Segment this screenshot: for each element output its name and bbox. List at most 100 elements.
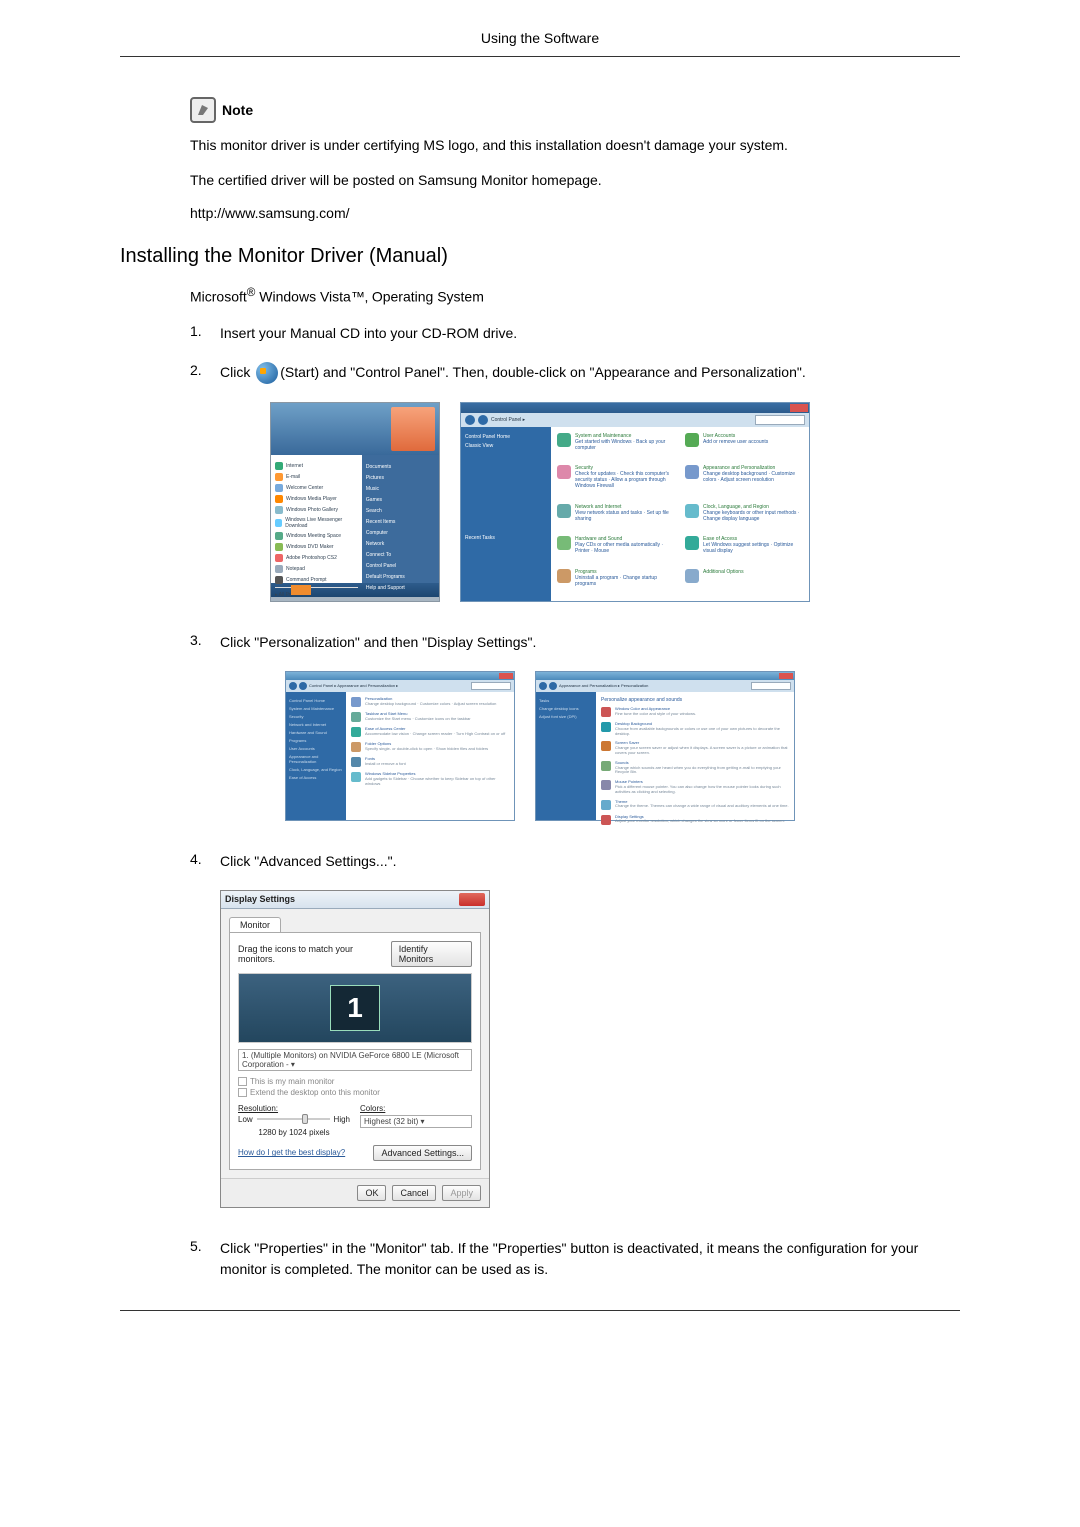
start-menu-right-item: Help and Support	[366, 585, 435, 591]
category-item: Additional Options	[685, 569, 803, 595]
start-menu-item: Welcome Center	[275, 484, 358, 492]
note-label: Note	[222, 102, 253, 118]
forward-icon	[478, 415, 488, 425]
start-menu-item: Windows Photo Gallery	[275, 506, 358, 514]
start-menu-right-item: Connect To	[366, 552, 435, 558]
nav-footer-item: Recent Tasks	[465, 535, 547, 541]
list-item: Folder OptionsSpecify single- or double-…	[351, 742, 509, 752]
divider-bottom	[120, 1310, 960, 1311]
list-item: FontsInstall or remove a font	[351, 757, 509, 767]
back-icon	[465, 415, 475, 425]
nav-item: System and Maintenance	[289, 706, 343, 711]
start-menu-right-item: Control Panel	[366, 563, 435, 569]
nav-item: Ease of Access	[289, 775, 343, 780]
category-item: System and MaintenanceGet started with W…	[557, 433, 675, 459]
user-avatar-icon	[391, 407, 435, 451]
section-title: Installing the Monitor Driver (Manual)	[120, 245, 960, 268]
step-number-2: 2.	[190, 362, 220, 384]
screenshot-personalization-panel: Appearance and Personalization ▸ Persona…	[535, 671, 795, 821]
list-item: Taskbar and Start MenuCustomize the Star…	[351, 712, 509, 722]
nav-item: Classic View	[465, 443, 547, 449]
close-icon	[459, 893, 485, 906]
breadcrumb: Appearance and Personalization ▸ Persona…	[559, 683, 749, 688]
breadcrumb: Control Panel ▸ Appearance and Personali…	[309, 683, 469, 688]
nav-item: Clock, Language, and Region	[289, 767, 343, 772]
step-number-1: 1.	[190, 323, 220, 344]
colors-label: Colors:	[360, 1104, 385, 1113]
back-icon	[539, 682, 547, 690]
identify-monitors-button: Identify Monitors	[391, 941, 472, 967]
start-menu-right-item: Games	[366, 497, 435, 503]
search-input	[751, 682, 791, 690]
close-icon	[790, 404, 808, 412]
nav-item: Adjust font size (DPI)	[539, 714, 593, 719]
category-item: ProgramsUninstall a program · Change sta…	[557, 569, 675, 595]
start-menu-item: Command Prompt	[275, 576, 358, 584]
nav-item: Tasks	[539, 698, 593, 703]
search-input	[755, 415, 805, 425]
cancel-button: Cancel	[392, 1185, 436, 1201]
list-item: Window Color and AppearanceFine tune the…	[601, 707, 789, 717]
nav-item: Control Panel Home	[465, 434, 547, 440]
start-menu-item: E-mail	[275, 473, 358, 481]
all-programs: ▸ All Programs	[275, 587, 358, 598]
help-link: How do I get the best display?	[238, 1148, 345, 1157]
breadcrumb: Control Panel ▸	[491, 417, 752, 423]
subheading: Microsoft® Windows Vista™‚ Operating Sys…	[190, 286, 960, 305]
step-text-3: Click "Personalization" and then "Displa…	[220, 632, 960, 653]
list-item: Ease of Access CenterAccommodate low vis…	[351, 727, 509, 737]
step-text-4: Click "Advanced Settings...".	[220, 851, 960, 872]
resolution-label: Resolution:	[238, 1104, 278, 1113]
start-button-icon	[291, 585, 311, 595]
step-text-1: Insert your Manual CD into your CD-ROM d…	[220, 323, 960, 344]
monitor-icon: 1	[330, 985, 380, 1031]
start-menu-item: Adobe Photoshop CS2	[275, 554, 358, 562]
start-menu-right-item: Network	[366, 541, 435, 547]
ok-button: OK	[357, 1185, 386, 1201]
category-item: Appearance and PersonalizationChange des…	[685, 465, 803, 497]
start-menu-right-item: Music	[366, 486, 435, 492]
step-number-5: 5.	[190, 1238, 220, 1280]
note-text-2: The certified driver will be posted on S…	[190, 170, 960, 191]
dialog-title: Display Settings	[225, 894, 295, 904]
step-number-3: 3.	[190, 632, 220, 653]
start-menu-right-item: Default Programs	[366, 574, 435, 580]
start-menu-item: Windows Meeting Space	[275, 532, 358, 540]
screenshot-start-menu: InternetE-mailWelcome CenterWindows Medi…	[270, 402, 440, 602]
checkbox-main-monitor: This is my main monitor	[238, 1077, 472, 1086]
divider-top	[120, 56, 960, 57]
category-item: SecurityCheck for updates · Check this c…	[557, 465, 675, 497]
apply-button: Apply	[442, 1185, 481, 1201]
category-item: User AccountsAdd or remove user accounts	[685, 433, 803, 459]
step-number-4: 4.	[190, 851, 220, 872]
back-icon	[289, 682, 297, 690]
start-menu-right-item: Recent Items	[366, 519, 435, 525]
start-menu-right-item: Documents	[366, 464, 435, 470]
close-icon	[779, 673, 793, 679]
monitor-select: 1. (Multiple Monitors) on NVIDIA GeForce…	[238, 1049, 472, 1071]
start-menu-item: Windows Live Messenger Download	[275, 517, 358, 529]
step-text-5: Click "Properties" in the "Monitor" tab.…	[220, 1238, 960, 1280]
nav-item: Security	[289, 714, 343, 719]
nav-item: Network and Internet	[289, 722, 343, 727]
start-menu-item: Internet	[275, 462, 358, 470]
step-text-2: Click (Start) and "Control Panel". Then,…	[220, 362, 960, 384]
note-icon	[190, 97, 216, 123]
screenshot-appearance-panel: Control Panel ▸ Appearance and Personali…	[285, 671, 515, 821]
nav-item: Programs	[289, 738, 343, 743]
list-item: Mouse PointersPick a different mouse poi…	[601, 780, 789, 794]
colors-select: Highest (32 bit) ▾	[360, 1115, 472, 1128]
start-menu-right-item: Search	[366, 508, 435, 514]
list-item: Display SettingsAdjust your monitor reso…	[601, 815, 789, 825]
list-item: ThemeChange the theme. Themes can change…	[601, 800, 789, 810]
nav-item: Change desktop icons	[539, 706, 593, 711]
close-icon	[499, 673, 513, 679]
category-item: Ease of AccessLet Windows suggest settin…	[685, 536, 803, 562]
list-item: Windows Sidebar PropertiesAdd gadgets to…	[351, 772, 509, 786]
resolution-value: 1280 by 1024 pixels	[238, 1128, 350, 1137]
search-input	[471, 682, 511, 690]
tab-monitor: Monitor	[229, 917, 281, 932]
nav-item: Control Panel Home	[289, 698, 343, 703]
nav-item: User Accounts	[289, 746, 343, 751]
category-item: Clock, Language, and RegionChange keyboa…	[685, 504, 803, 530]
